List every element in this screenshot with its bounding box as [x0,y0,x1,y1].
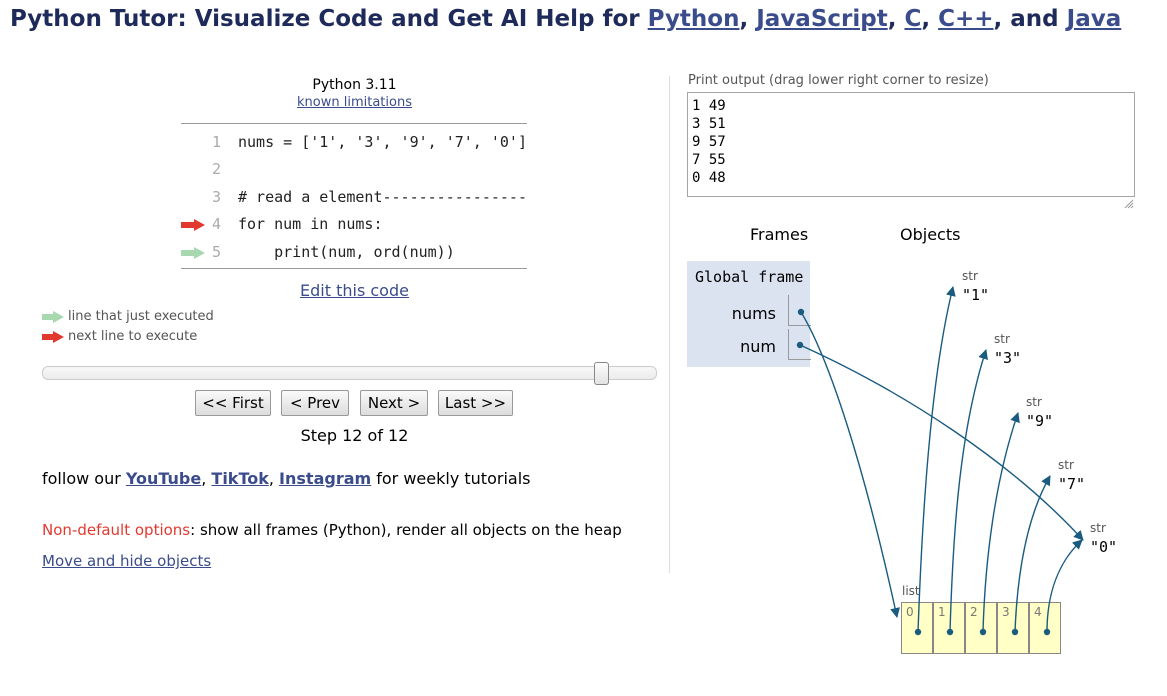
follow-suffix: for weekly tutorials [371,469,531,488]
list-index: 1 [938,605,946,619]
str-type: str [1026,395,1042,409]
last-button[interactable]: Last >> [438,390,513,416]
step-slider[interactable] [42,366,657,380]
step-counter: Step 12 of 12 [300,426,409,445]
code-line: 4 for num in nums: [181,210,527,237]
str-type: str [962,269,978,283]
var-slot [788,295,811,326]
list-cell: 3 [997,602,1029,654]
options-label: Non-default options [42,521,191,539]
title-text: Python Tutor: Visualize Code and Get AI … [10,6,648,32]
list-cell: 0 [901,602,933,654]
list-cell: 4 [1029,602,1061,654]
code-display: 1 nums = ['1', '3', '9', '7', '0'] 2 3 #… [181,123,527,269]
legend-text: next line to execute [68,329,198,344]
line-number: 5 [211,243,221,261]
legend-next: next line to execute [42,329,197,344]
str-type: str [994,332,1010,346]
title-sep: , [887,6,905,32]
javascript-link[interactable]: JavaScript [756,6,887,32]
code-text: for num in nums: [238,215,383,233]
resize-grip-icon[interactable] [1124,199,1134,209]
list-index: 2 [970,605,978,619]
non-default-options: Non-default options: show all frames (Py… [42,521,622,539]
youtube-link[interactable]: YouTube [126,469,201,488]
code-line: 1 nums = ['1', '3', '9', '7', '0'] [181,128,527,155]
follow-text: follow our YouTube, TikTok, Instagram fo… [42,469,530,488]
python-link[interactable]: Python [648,6,740,32]
list-index: 0 [906,605,914,619]
follow-prefix: follow our [42,469,126,488]
title-sep: , [739,6,757,32]
str-type: str [1058,458,1074,472]
pointer-arrow [800,311,900,618]
legend-text: line that just executed [68,309,214,324]
pointer-arrow [949,349,988,633]
var-num: num [740,337,776,356]
instagram-link[interactable]: Instagram [279,469,371,488]
java-link[interactable]: Java [1067,6,1122,32]
output-line: 9 57 [692,134,726,150]
line-number: 3 [211,188,221,206]
follow-sep: , [201,469,212,488]
var-nums: nums [731,304,776,323]
options-text: : show all frames (Python), render all o… [190,521,622,539]
move-hide-objects-link[interactable]: Move and hide objects [42,552,211,570]
python-version: Python 3.11 [312,77,397,93]
output-line: 7 55 [692,152,726,168]
output-line: 0 48 [692,170,726,186]
list-index: 4 [1034,605,1042,619]
pointer-arrow [917,286,956,633]
first-button[interactable]: << First [195,390,271,416]
str-value: "1" [962,286,990,304]
print-output-label: Print output (drag lower right corner to… [688,73,989,88]
line-number: 4 [211,215,221,233]
title-sep: , and [993,6,1067,32]
panel-divider [669,76,670,573]
red-arrow-icon [42,330,64,343]
objects-header: Objects [900,225,961,244]
code-line: 2 [181,155,527,182]
code-line: 5 print(num, ord(num)) [181,238,527,265]
page-title: Python Tutor: Visualize Code and Get AI … [10,6,1121,32]
c-link[interactable]: C [904,6,921,32]
executed-line-arrow-icon [181,247,205,259]
list-cell: 1 [933,602,965,654]
code-text: # read a element---------------- [238,188,527,206]
code-line: 3 # read a element---------------- [181,183,527,210]
line-number: 1 [211,133,221,151]
pointer-arrow [799,344,1084,541]
output-line: 1 49 [692,98,726,114]
code-text: nums = ['1', '3', '9', '7', '0'] [238,133,527,151]
next-line-arrow-icon [181,219,205,231]
global-frame-title: Global frame [695,268,804,286]
frames-header: Frames [750,225,809,244]
line-number: 2 [211,160,221,178]
green-arrow-icon [42,310,64,323]
list-label: list [902,584,920,598]
output-line: 3 51 [692,116,726,132]
var-slot [788,329,811,360]
str-type: str [1090,521,1106,535]
slider-handle[interactable] [594,362,609,385]
str-value: "0" [1090,538,1118,556]
pointer-arrow [982,412,1020,633]
next-button[interactable]: Next > [360,390,428,416]
known-limitations-link[interactable]: known limitations [262,95,447,110]
prev-button[interactable]: < Prev [281,390,349,416]
str-value: "3" [994,349,1022,367]
list-index: 3 [1002,605,1010,619]
follow-sep: , [268,469,280,488]
list-cell: 2 [965,602,997,654]
title-sep: , [921,6,939,32]
str-value: "7" [1058,475,1086,493]
edit-code-link[interactable]: Edit this code [262,281,447,300]
print-output-box[interactable]: 1 49 3 51 9 57 7 55 0 48 [687,92,1135,197]
cpp-link[interactable]: C++ [938,6,993,32]
str-value: "9" [1026,412,1054,430]
code-text: print(num, ord(num)) [238,243,455,261]
tiktok-link[interactable]: TikTok [211,469,268,488]
legend-executed: line that just executed [42,309,214,324]
